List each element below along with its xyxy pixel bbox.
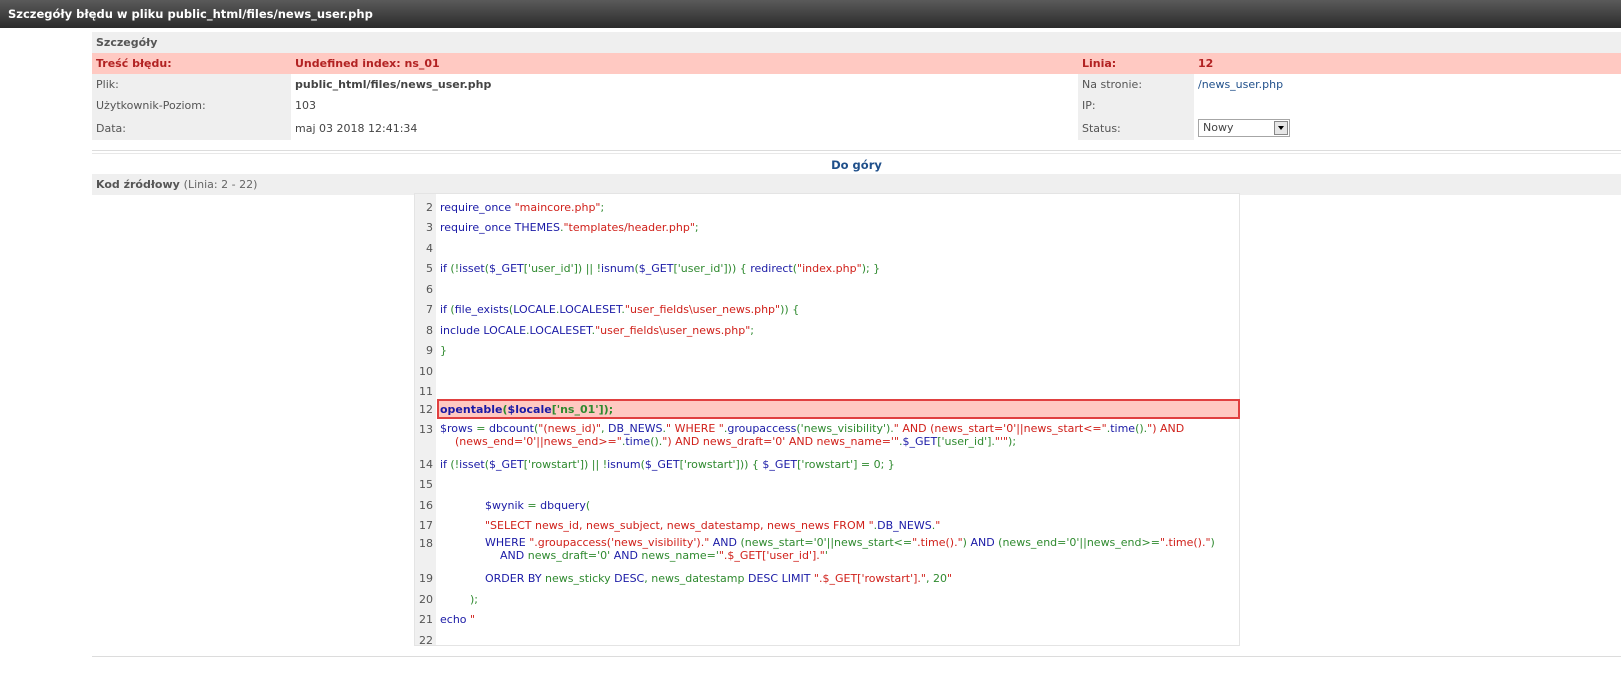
ip-value — [1194, 95, 1621, 116]
line-number: 21 — [419, 613, 433, 626]
details-table: Treść błędu: Undefined index: ns_01 Lini… — [92, 53, 1621, 140]
line-number: 3 — [426, 221, 433, 234]
code-text: opentable($locale['ns_01']); — [437, 399, 1240, 419]
user-row: Użytkownik-Poziom: 103 IP: — [92, 95, 1621, 116]
user-level-label: Użytkownik-Poziom: — [92, 95, 291, 116]
details-heading: Szczegóły — [92, 32, 1621, 53]
code-line: 8 include LOCALE.LOCALESET."user_fields\u… — [415, 320, 1239, 340]
line-number: 18 — [419, 537, 433, 550]
chevron-down-icon[interactable] — [1274, 121, 1288, 135]
status-selected-value: Nowy — [1203, 121, 1234, 134]
line-number: 16 — [419, 499, 433, 512]
code-line: 13 $rows = dbcount("(news_id)", DB_NEWS."… — [415, 420, 1239, 453]
code-text: if (!isset($_GET['user_id']) || !isnum($… — [440, 262, 881, 275]
code-line: 10 — [415, 361, 1239, 381]
code-text: $wynik = dbquery( — [485, 499, 591, 512]
date-value: maj 03 2018 12:41:34 — [295, 121, 418, 135]
window-title: Szczegóły błędu w pliku public_html/file… — [0, 0, 1621, 28]
code-line: 17 "SELECT news_id, news_subject, news_da… — [415, 515, 1239, 535]
line-number: 15 — [419, 478, 433, 491]
code-text: WHERE ".groupaccess('news_visibility')."… — [485, 536, 1219, 562]
code-line: 3 require_once THEMES."templates/header.p… — [415, 217, 1239, 237]
line-number: 10 — [419, 365, 433, 378]
code-line: 20); — [415, 589, 1239, 609]
code-line: 18 WHERE ".groupaccess('news_visibility')… — [415, 534, 1239, 567]
line-number: 7 — [426, 303, 433, 316]
back-to-top-link[interactable]: Do góry — [92, 154, 1621, 174]
code-text: include LOCALE.LOCALESET."user_fields\us… — [440, 324, 754, 337]
source-heading: Kod źródłowy (Linia: 2 - 22) — [92, 174, 1621, 195]
code-text: "SELECT news_id, news_subject, news_date… — [485, 519, 941, 532]
line-label: Linia: — [1078, 53, 1194, 74]
error-row: Treść błędu: Undefined index: ns_01 Lini… — [92, 53, 1621, 74]
error-message: Undefined index: ns_01 — [291, 53, 1078, 74]
file-label: Plik: — [92, 74, 291, 95]
file-row: Plik: public_html/files/news_user.php Na… — [92, 74, 1621, 95]
code-text: echo " — [440, 613, 476, 626]
line-number: 6 — [426, 283, 433, 296]
code-line: 15 — [415, 474, 1239, 494]
code-line: 16 $wynik = dbquery( — [415, 495, 1239, 515]
code-line: 4 — [415, 238, 1239, 258]
line-number: 11 — [419, 385, 433, 398]
date-row: Data: maj 03 2018 12:41:34 Status: Nowy — [92, 116, 1621, 140]
ip-label: IP: — [1078, 95, 1194, 116]
line-number: 14 — [419, 458, 433, 471]
code-line: 2 require_once "maincore.php"; — [415, 197, 1239, 217]
line-number: 8 — [426, 324, 433, 337]
date-label: Data: — [92, 116, 291, 140]
line-number: 12 — [1194, 53, 1621, 74]
line-number: 4 — [426, 242, 433, 255]
code-text: require_once "maincore.php"; — [440, 201, 605, 214]
line-number: 9 — [426, 344, 433, 357]
error-label: Treść błędu: — [92, 53, 291, 74]
status-select[interactable]: Nowy — [1198, 119, 1290, 137]
code-line: 5 if (!isset($_GET['user_id']) || !isnum(… — [415, 258, 1239, 278]
source-code-view: 2 require_once "maincore.php"; 3 require_on… — [414, 193, 1240, 647]
line-number: 19 — [419, 572, 433, 585]
file-path: public_html/files/news_user.php — [295, 78, 492, 91]
source-heading-title: Kod źródłowy — [96, 178, 180, 191]
line-number: 2 — [426, 201, 433, 214]
code-line: 14 if (!isset($_GET['rowstart']) || !isnu… — [415, 454, 1239, 474]
status-label: Status: — [1078, 116, 1194, 140]
code-text: if (file_exists(LOCALE.LOCALESET."user_f… — [440, 303, 800, 316]
divider — [92, 656, 1621, 657]
page-link[interactable]: /news_user.php — [1198, 78, 1283, 91]
line-number: 22 — [419, 634, 433, 647]
page-label: Na stronie: — [1078, 74, 1194, 95]
details-panel: Szczegóły Treść błędu: Undefined index: … — [92, 32, 1621, 195]
code-line: 19 ORDER BY news_sticky DESC, news_datest… — [415, 568, 1239, 588]
code-line: 21 echo " — [415, 609, 1239, 629]
source-line-range: (Linia: 2 - 22) — [183, 178, 258, 191]
code-text: $rows = dbcount("(news_id)", DB_NEWS." W… — [440, 422, 1188, 448]
code-line: 11 — [415, 381, 1239, 401]
code-line: 6 — [415, 279, 1239, 299]
code-line: 22 — [415, 630, 1239, 647]
line-number: 17 — [419, 519, 433, 532]
line-number: 13 — [419, 423, 433, 436]
code-line: 9} — [415, 340, 1239, 360]
user-level-value: 103 — [295, 99, 316, 112]
code-text: } — [440, 344, 447, 357]
divider — [92, 150, 1621, 151]
code-text: ORDER BY news_sticky DESC, news_datestam… — [485, 572, 953, 585]
code-text: if (!isset($_GET['rowstart']) || !isnum(… — [440, 458, 895, 471]
code-line: 7 if (file_exists(LOCALE.LOCALESET."user_… — [415, 299, 1239, 319]
code-text: require_once THEMES."templates/header.ph… — [440, 221, 699, 234]
line-number: 20 — [419, 593, 433, 606]
code-text: ); — [470, 593, 478, 606]
line-number: 12 — [419, 403, 433, 416]
line-number: 5 — [426, 262, 433, 275]
code-line: 12 opentable($locale['ns_01']); — [415, 399, 1240, 419]
